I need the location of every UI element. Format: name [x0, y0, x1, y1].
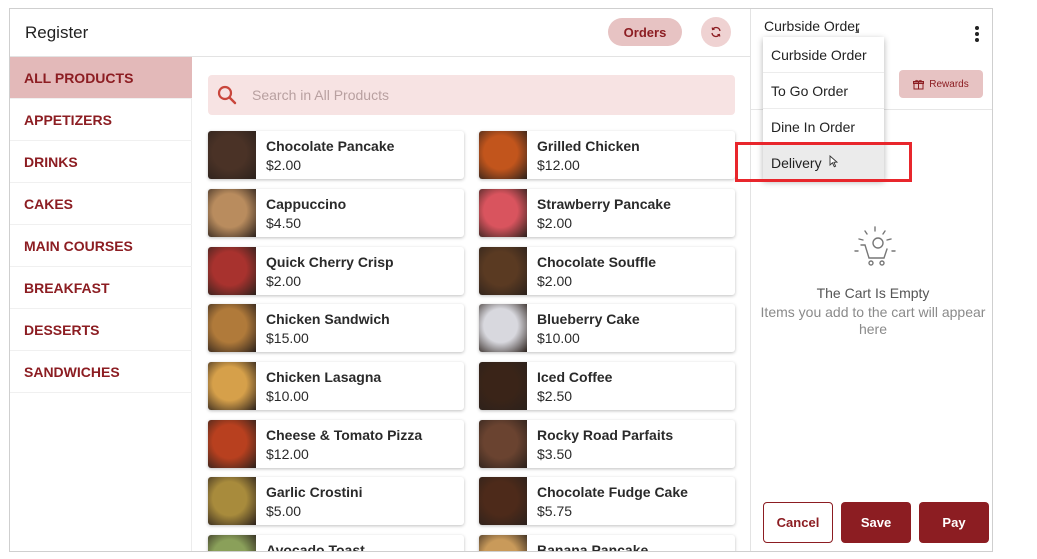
- empty-cart-icon: [854, 226, 896, 266]
- order-type-select[interactable]: Curbside Order: [764, 18, 860, 34]
- product-price: $4.50: [266, 215, 302, 231]
- product-image: [208, 535, 256, 551]
- product-name: Cheese & Tomato Pizza: [266, 427, 423, 443]
- cancel-button[interactable]: Cancel: [763, 502, 833, 543]
- caret-icon: [855, 28, 859, 33]
- product-name: Chocolate Pancake: [266, 138, 395, 154]
- product-price: $15.00: [266, 330, 309, 346]
- refresh-icon: [711, 26, 721, 38]
- product-price: $2.00: [266, 157, 302, 173]
- product-name: Grilled Chicken: [537, 138, 640, 154]
- pay-button[interactable]: Pay: [919, 502, 989, 543]
- category-appetizers[interactable]: APPETIZERS: [10, 99, 192, 141]
- category-sandwiches[interactable]: SANDWICHES: [10, 351, 192, 393]
- product-card[interactable]: Chicken Sandwich $15.00: [208, 304, 464, 352]
- product-image: [479, 247, 527, 295]
- product-card[interactable]: Chicken Lasagna $10.00: [208, 362, 464, 410]
- product-card[interactable]: Garlic Crostini $5.00: [208, 477, 464, 525]
- product-price: $2.00: [537, 215, 573, 231]
- product-price: $5.75: [537, 503, 573, 519]
- header-bar: Register Orders: [10, 9, 750, 57]
- orders-button[interactable]: Orders: [608, 18, 682, 46]
- product-name: Banana Pancake: [537, 542, 649, 552]
- category-breakfast[interactable]: BREAKFAST: [10, 267, 192, 309]
- option-to-go-order[interactable]: To Go Order: [763, 73, 884, 109]
- option-dine-in-order[interactable]: Dine In Order: [763, 109, 884, 145]
- cursor-icon: [829, 155, 838, 168]
- rewards-label: Rewards: [929, 78, 969, 90]
- product-image: [208, 420, 256, 468]
- product-image: [479, 535, 527, 551]
- product-card[interactable]: Quick Cherry Crisp $2.00: [208, 247, 464, 295]
- product-price: $5.00: [266, 503, 302, 519]
- product-name: Chocolate Fudge Cake: [537, 484, 688, 500]
- product-image: [479, 304, 527, 352]
- empty-cart-title: The Cart Is Empty: [816, 285, 930, 301]
- product-price: $10.00: [537, 330, 580, 346]
- product-card[interactable]: Chocolate Souffle $2.00: [479, 247, 735, 295]
- empty-cart-message: Items you add to the cart will appear he…: [760, 304, 986, 337]
- product-card[interactable]: Avocado Toast: [208, 535, 464, 552]
- product-card[interactable]: Blueberry Cake $10.00: [479, 304, 735, 352]
- rewards-button[interactable]: Rewards: [899, 70, 983, 98]
- category-sidebar: ALL PRODUCTS APPETIZERS DRINKS CAKES MAI…: [10, 57, 192, 551]
- product-image: [479, 131, 527, 179]
- product-card[interactable]: Grilled Chicken $12.00: [479, 131, 735, 179]
- product-name: Chicken Sandwich: [266, 311, 390, 327]
- product-name: Quick Cherry Crisp: [266, 254, 394, 270]
- page-title: Register: [25, 23, 89, 42]
- save-button[interactable]: Save: [841, 502, 911, 543]
- product-image: [208, 304, 256, 352]
- product-name: Blueberry Cake: [537, 311, 640, 327]
- category-drinks[interactable]: DRINKS: [10, 141, 192, 183]
- more-options-icon[interactable]: [975, 26, 979, 42]
- product-price: $2.00: [266, 273, 302, 289]
- product-name: Chicken Lasagna: [266, 369, 382, 385]
- product-image: [479, 420, 527, 468]
- product-image: [208, 247, 256, 295]
- product-card[interactable]: Strawberry Pancake $2.00: [479, 189, 735, 237]
- product-card[interactable]: Banana Pancake: [479, 535, 735, 552]
- product-card[interactable]: Cappuccino $4.50: [208, 189, 464, 237]
- product-price: $10.00: [266, 388, 309, 404]
- product-image: [208, 131, 256, 179]
- gift-icon: [913, 79, 925, 89]
- product-image: [208, 477, 256, 525]
- product-price: $12.00: [266, 446, 309, 462]
- product-card[interactable]: Chocolate Pancake $2.00: [208, 131, 464, 179]
- product-card[interactable]: Cheese & Tomato Pizza $12.00: [208, 420, 464, 468]
- product-image: [479, 477, 527, 525]
- product-name: Strawberry Pancake: [537, 196, 671, 212]
- product-card[interactable]: Chocolate Fudge Cake $5.75: [479, 477, 735, 525]
- search-input[interactable]: [252, 85, 712, 105]
- product-name: Avocado Toast: [266, 542, 365, 552]
- search-icon: [217, 85, 237, 105]
- product-price: $12.00: [537, 157, 580, 173]
- product-card[interactable]: Iced Coffee $2.50: [479, 362, 735, 410]
- product-price: $2.00: [537, 273, 573, 289]
- product-price: $3.50: [537, 446, 573, 462]
- highlight-annotation: [735, 142, 912, 182]
- product-card[interactable]: Rocky Road Parfaits $3.50: [479, 420, 735, 468]
- product-name: Cappuccino: [266, 196, 347, 212]
- category-all-products[interactable]: ALL PRODUCTS: [10, 57, 192, 99]
- product-image: [479, 362, 527, 410]
- option-curbside-order[interactable]: Curbside Order: [763, 37, 884, 73]
- product-name: Rocky Road Parfaits: [537, 427, 674, 443]
- search-bar: [208, 75, 735, 115]
- refresh-button[interactable]: [701, 17, 731, 47]
- category-desserts[interactable]: DESSERTS: [10, 309, 192, 351]
- product-price: $2.50: [537, 388, 573, 404]
- product-name: Iced Coffee: [537, 369, 613, 385]
- product-name: Garlic Crostini: [266, 484, 363, 500]
- product-image: [208, 189, 256, 237]
- category-main-courses[interactable]: MAIN COURSES: [10, 225, 192, 267]
- product-image: [208, 362, 256, 410]
- register-app: Register Orders ALL PRODUCTS APPETIZERS …: [9, 8, 993, 552]
- product-name: Chocolate Souffle: [537, 254, 657, 270]
- category-cakes[interactable]: CAKES: [10, 183, 192, 225]
- product-image: [479, 189, 527, 237]
